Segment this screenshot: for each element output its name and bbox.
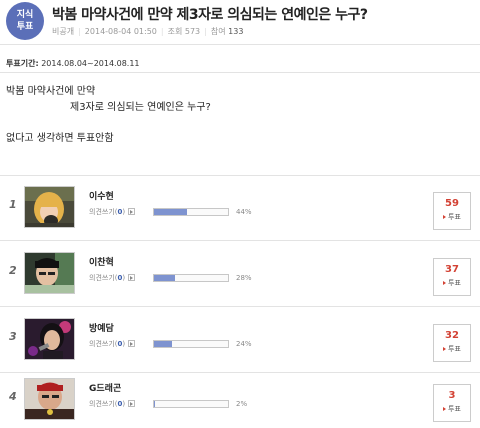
rank-number: 1 (9, 198, 17, 211)
question-line3: 없다고 생각하면 투표안함 (6, 133, 114, 144)
expand-arrow-icon[interactable] (128, 207, 136, 215)
comment-link[interactable]: 의견쓰기(0) (89, 399, 136, 409)
rank-number: 4 (9, 390, 17, 403)
participants-count: 133 (228, 27, 244, 36)
candidate-item: 3 방예담 의견쓰기(0) 24% 32 투표 (0, 318, 480, 374)
views-label: 조회 (167, 27, 183, 36)
percent-text: 2% (236, 400, 248, 408)
candidate-item: 2 이찬혁 의견쓰기(0) 28% 37 투표 (0, 252, 480, 308)
badge-line1: 지식 (16, 10, 34, 20)
candidate-photo[interactable] (24, 186, 75, 228)
percent-bar-fill (154, 401, 156, 407)
candidate-name[interactable]: 이찬혁 (89, 255, 114, 268)
comment-link[interactable]: 의견쓰기(0) (89, 339, 136, 349)
percent-text: 28% (236, 274, 252, 282)
percent-bar-fill (154, 275, 175, 281)
divider (0, 175, 480, 176)
poll-meta: 비공개 | 2014-08-04 01:50 | 조회 573 | 참여 133 (52, 27, 244, 36)
divider (0, 44, 480, 45)
percent-bar (153, 274, 229, 282)
badge-line2: 투표 (16, 22, 34, 32)
views-count: 573 (184, 27, 201, 36)
rank-number: 2 (9, 264, 17, 277)
comment-count: 0 (117, 208, 123, 216)
candidate-item: 4 G드래곤 의견쓰기(0) 2% 3 투표 (0, 378, 480, 428)
vote-label: 투표 (434, 344, 470, 354)
comment-count: 0 (117, 400, 123, 408)
percent-bar (153, 208, 229, 216)
participants-label: 참여 (210, 27, 226, 36)
percent-bar (153, 340, 229, 348)
poll-period: 투표기간: 2014.08.04~2014.08.11 (6, 58, 140, 69)
period-value: 2014.08.04~2014.08.11 (41, 59, 140, 68)
vote-button[interactable]: 59 투표 (433, 192, 471, 230)
expand-arrow-icon[interactable] (128, 399, 136, 407)
question-line1: 박봄 마약사건에 만약 (6, 86, 96, 97)
percent-text: 24% (236, 340, 252, 348)
comment-count: 0 (117, 274, 123, 282)
period-label: 투표기간: (6, 59, 39, 68)
vote-button[interactable]: 37 투표 (433, 258, 471, 296)
vote-count: 59 (445, 198, 459, 209)
vote-label: 투표 (434, 212, 470, 222)
person-3-photo (25, 319, 74, 359)
expand-arrow-icon[interactable] (128, 273, 136, 281)
visibility-label: 비공개 (52, 27, 75, 36)
candidate-photo[interactable] (24, 318, 75, 360)
expand-arrow-icon[interactable] (128, 339, 136, 347)
divider (0, 372, 480, 373)
percent-bar-fill (154, 209, 187, 215)
percent-bar-fill (154, 341, 172, 347)
candidate-photo[interactable] (24, 252, 75, 294)
divider (0, 72, 480, 73)
candidate-name[interactable]: 방예담 (89, 321, 114, 334)
vote-label: 투표 (434, 278, 470, 288)
poll-title: 박봄 마약사건에 만약 제3자로 의심되는 연예인은 누구? (52, 7, 368, 23)
person-1-photo (25, 187, 74, 227)
percent-text: 44% (236, 208, 252, 216)
divider (0, 306, 480, 307)
question-line2: 제3자로 의심되는 연예인은 누구? (70, 102, 211, 113)
comment-link[interactable]: 의견쓰기(0) (89, 273, 136, 283)
post-datetime: 2014-08-04 01:50 (84, 27, 157, 36)
candidate-name[interactable]: 이수현 (89, 189, 114, 202)
vote-count: 3 (448, 390, 456, 401)
poll-header: 지식 투표 박봄 마약사건에 만약 제3자로 의심되는 연예인은 누구? 비공개… (0, 0, 480, 44)
candidate-item: 1 이수현 의견쓰기(0) 44% 59 투표 (0, 186, 480, 242)
vote-count: 32 (445, 330, 459, 341)
vote-button[interactable]: 3 투표 (433, 384, 471, 422)
person-2-photo (25, 253, 74, 293)
rank-number: 3 (9, 330, 17, 343)
vote-button[interactable]: 32 투표 (433, 324, 471, 362)
person-4-photo (25, 379, 74, 419)
vote-label: 투표 (434, 404, 470, 414)
comment-count: 0 (117, 340, 123, 348)
comment-link[interactable]: 의견쓰기(0) (89, 207, 136, 217)
candidate-photo[interactable] (24, 378, 75, 420)
vote-count: 37 (445, 264, 459, 275)
percent-bar (153, 400, 229, 408)
knowledge-poll-badge: 지식 투표 (6, 2, 44, 40)
candidate-name[interactable]: G드래곤 (89, 381, 121, 394)
divider (0, 240, 480, 241)
